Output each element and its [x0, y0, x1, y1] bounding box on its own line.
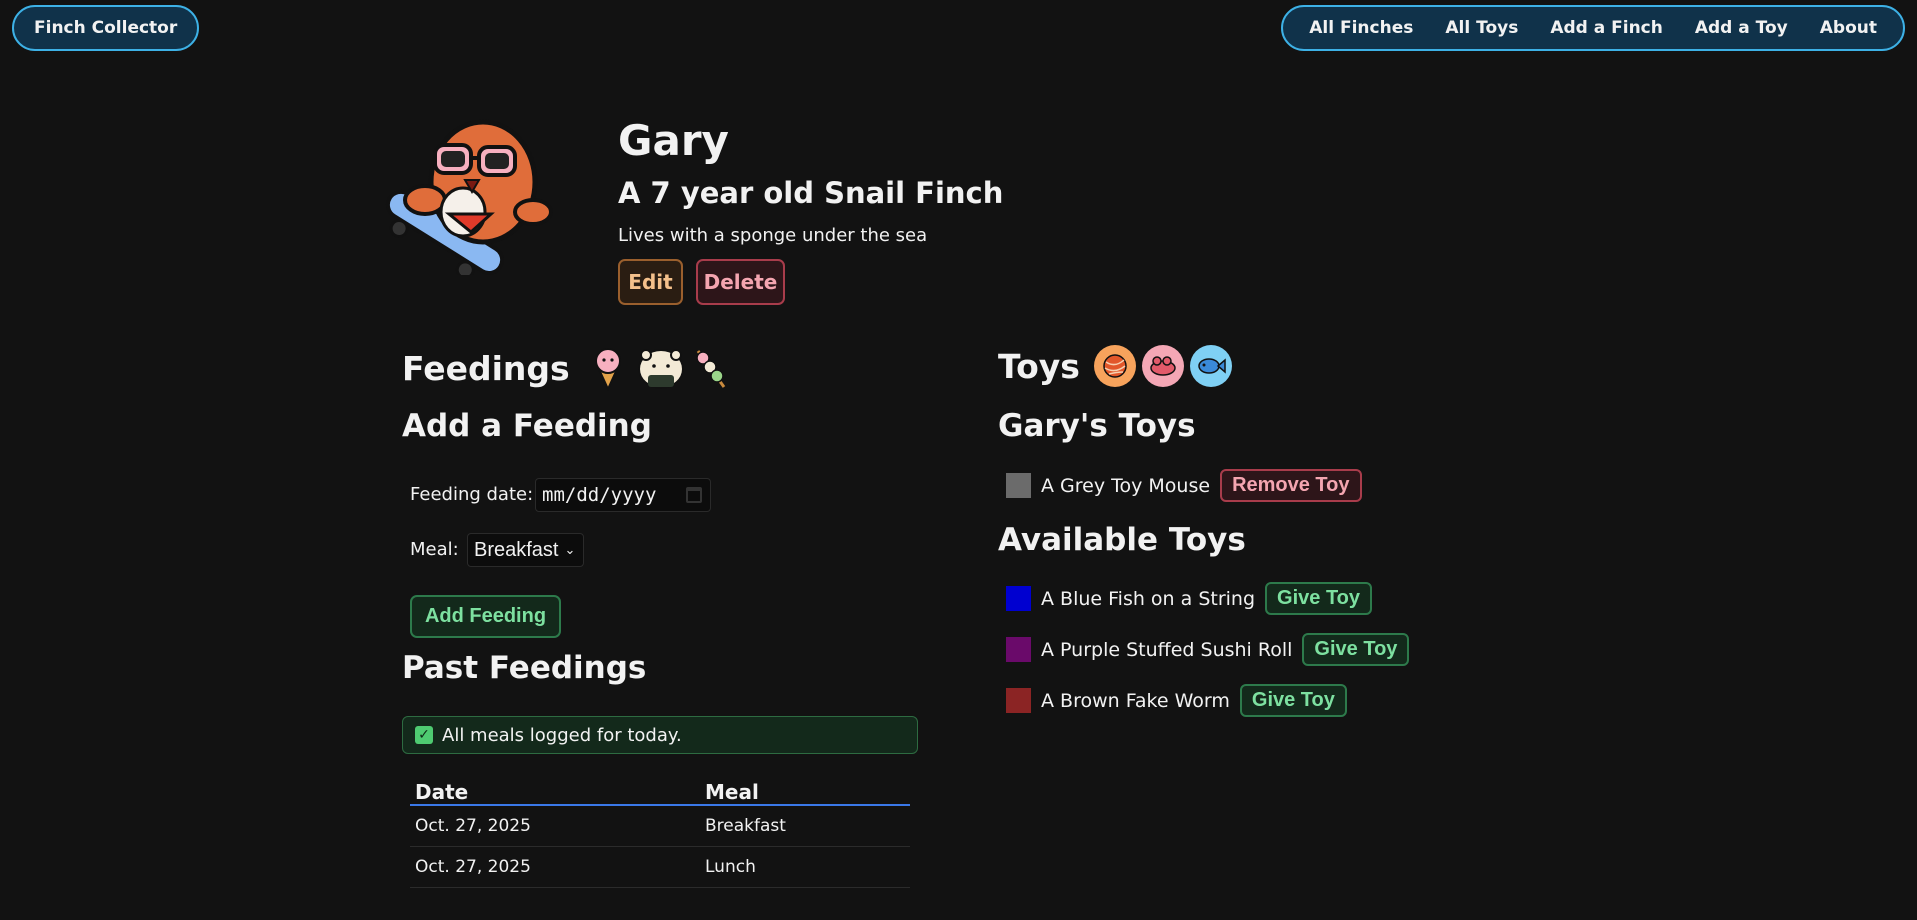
cell-meal: Breakfast	[700, 805, 910, 847]
table-row: Oct. 27, 2025 Lunch	[410, 846, 910, 888]
feedings-heading-text: Feedings	[402, 348, 570, 388]
available-toy-item: A Blue Fish on a String Give Toy	[1006, 582, 1373, 615]
toy-name: A Blue Fish on a String	[1041, 587, 1256, 610]
edit-button[interactable]: Edit	[618, 259, 683, 305]
table-header-row: Date Meal	[410, 778, 910, 806]
finch-description: Lives with a sponge under the sea	[618, 225, 928, 246]
finch-skateboard-icon	[385, 119, 553, 275]
toy-color-swatch	[1006, 688, 1031, 713]
toys-heading-text: Toys	[998, 346, 1080, 386]
give-toy-button[interactable]: Give Toy	[1265, 582, 1373, 615]
toy-name: A Purple Stuffed Sushi Roll	[1041, 638, 1293, 661]
alert-text: All meals logged for today.	[442, 724, 682, 746]
cell-date: Oct. 27, 2025	[410, 805, 700, 847]
ice-cream-icon	[584, 345, 630, 392]
available-toys-heading: Available Toys	[998, 522, 1246, 558]
delete-button[interactable]: Delete	[696, 259, 785, 305]
column-header-date: Date	[410, 778, 700, 806]
feeding-date-placeholder: mm/dd/yyyy	[542, 484, 657, 506]
remove-toy-button[interactable]: Remove Toy	[1220, 469, 1362, 502]
nav-all-toys[interactable]: All Toys	[1429, 18, 1534, 38]
toy-name: A Brown Fake Worm	[1041, 689, 1230, 712]
toy-color-swatch	[1006, 473, 1031, 498]
feeding-date-label: Feeding date:	[410, 484, 534, 505]
owned-toy-item: A Grey Toy Mouse Remove Toy	[1006, 469, 1362, 502]
add-feeding-heading: Add a Feeding	[402, 408, 652, 444]
meal-select[interactable]: Breakfast ⌄	[467, 533, 584, 567]
past-feedings-table: Date Meal Oct. 27, 2025 Breakfast Oct. 2…	[410, 778, 910, 888]
toy-mouse-icon	[1141, 345, 1184, 387]
nav-add-toy[interactable]: Add a Toy	[1679, 18, 1804, 38]
toy-color-swatch	[1006, 637, 1031, 662]
meal-selected-value: Breakfast	[474, 538, 559, 561]
toy-name: A Grey Toy Mouse	[1041, 474, 1211, 497]
nav-all-finches[interactable]: All Finches	[1293, 18, 1429, 38]
main-nav: All Finches All Toys Add a Finch Add a T…	[1281, 5, 1905, 51]
add-feeding-button[interactable]: Add Feeding	[410, 595, 561, 638]
finch-subtitle: A 7 year old Snail Finch	[618, 176, 1004, 210]
rice-ball-icon	[636, 345, 684, 391]
cell-meal: Lunch	[700, 846, 910, 888]
chevron-down-icon: ⌄	[564, 542, 576, 557]
give-toy-button[interactable]: Give Toy	[1302, 633, 1410, 666]
all-meals-alert: ✓ All meals logged for today.	[402, 716, 918, 754]
feedings-emoji-row	[584, 345, 734, 392]
table-row: Oct. 27, 2025 Breakfast	[410, 805, 910, 847]
toys-icon-row	[1093, 345, 1232, 387]
toys-heading: Toys	[998, 345, 1232, 387]
past-feedings-heading: Past Feedings	[402, 650, 647, 686]
nav-add-finch[interactable]: Add a Finch	[1534, 18, 1679, 38]
feedings-heading: Feedings	[402, 345, 734, 392]
dango-icon	[688, 345, 734, 391]
owned-toys-heading: Gary's Toys	[998, 408, 1196, 444]
yarn-ball-icon	[1093, 345, 1136, 387]
feeding-date-input[interactable]: mm/dd/yyyy	[535, 478, 711, 512]
cell-date: Oct. 27, 2025	[410, 846, 700, 888]
available-toy-item: A Purple Stuffed Sushi Roll Give Toy	[1006, 633, 1410, 666]
toy-color-swatch	[1006, 586, 1031, 611]
brand-home-link[interactable]: Finch Collector	[12, 5, 200, 51]
nav-about[interactable]: About	[1804, 18, 1893, 38]
checkmark-icon: ✓	[415, 726, 433, 744]
meal-label: Meal:	[410, 539, 459, 560]
give-toy-button[interactable]: Give Toy	[1239, 684, 1347, 717]
fish-toy-icon	[1189, 345, 1232, 387]
finch-name: Gary	[618, 116, 729, 165]
available-toy-item: A Brown Fake Worm Give Toy	[1006, 684, 1347, 717]
column-header-meal: Meal	[700, 778, 910, 806]
calendar-icon[interactable]	[686, 487, 702, 503]
